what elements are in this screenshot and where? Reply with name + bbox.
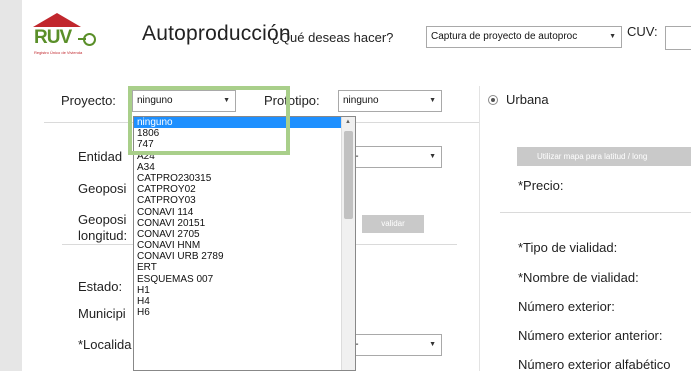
chevron-down-icon: ▼: [429, 341, 436, 348]
prototipo-label: Prototipo:: [264, 93, 320, 108]
precio-label: *Precio:: [518, 178, 564, 193]
proyecto-select-value: ninguno: [137, 95, 173, 106]
dropdown-option[interactable]: 1806: [134, 128, 355, 139]
localidad-label: *Localida: [78, 337, 132, 352]
house-roof-icon: [33, 13, 81, 27]
dropdown-option[interactable]: ERT: [134, 262, 355, 273]
ruv-logo[interactable]: RUV Registro Único de Vivienda: [33, 13, 103, 58]
nombre-vialidad-label: *Nombre de vialidad:: [518, 270, 639, 285]
app-window: RUV Registro Único de Vivienda Autoprodu…: [22, 0, 691, 371]
entidad-label: Entidad: [78, 149, 123, 164]
numero-exterior-label: Número exterior:: [518, 299, 615, 314]
dropdown-option[interactable]: CONAVI 2705: [134, 229, 355, 240]
dropdown-option[interactable]: H6: [134, 307, 355, 318]
chevron-down-icon: ▼: [223, 97, 230, 104]
dropdown-option[interactable]: CONAVI URB 2789: [134, 251, 355, 262]
dropdown-option[interactable]: CONAVI 114: [134, 207, 355, 218]
page-title: Autoproducción: [142, 22, 291, 45]
proyecto-dropdown-list[interactable]: ninguno 1806 747 A24 A34 CATPRO230315 CATPROY0…: [133, 116, 356, 371]
chevron-down-icon: ▼: [609, 33, 616, 40]
urbana-radio[interactable]: [488, 95, 498, 105]
proyecto-label: Proyecto:: [61, 93, 116, 108]
logo-circle-icon: [78, 33, 96, 46]
geoposicion-latitud-label: Geoposi: [78, 181, 127, 196]
dropdown-option[interactable]: CATPROY02: [134, 184, 355, 195]
dropdown-option[interactable]: CATPRO230315: [134, 173, 355, 184]
dropdown-option[interactable]: 747: [134, 139, 355, 150]
dropdown-option[interactable]: CONAVI HNM: [134, 240, 355, 251]
dropdown-items: ninguno 1806 747 A24 A34 CATPRO230315 CATPROY0…: [134, 117, 355, 318]
dropdown-option[interactable]: CONAVI 20151: [134, 218, 355, 229]
longitud-label: longitud:: [78, 228, 128, 243]
cuv-label: CUV:: [627, 24, 658, 39]
dropdown-option[interactable]: A34: [134, 162, 355, 173]
column-divider: [479, 86, 480, 371]
section-divider: [500, 212, 691, 213]
tipo-vialidad-label: *Tipo de vialidad:: [518, 240, 618, 255]
dropdown-option[interactable]: CATPROY03: [134, 195, 355, 206]
chevron-down-icon: ▼: [429, 97, 436, 104]
action-question-label: ¿Qué deseas hacer?: [272, 30, 394, 45]
dropdown-option[interactable]: ESQUEMAS 007: [134, 274, 355, 285]
usar-mapa-button[interactable]: Utilizar mapa para latitud / long: [517, 147, 691, 166]
validar-button[interactable]: validar: [362, 215, 424, 233]
dropdown-option[interactable]: H4: [134, 296, 355, 307]
prototipo-select[interactable]: ninguno ▼: [338, 90, 442, 112]
logo-tagline: Registro Único de Vivienda: [34, 50, 83, 55]
cuv-input[interactable]: [665, 26, 691, 50]
chevron-down-icon: ▼: [429, 153, 436, 160]
urbana-label: Urbana: [506, 92, 549, 107]
action-select[interactable]: Captura de proyecto de autoproc ▼: [426, 26, 622, 48]
dropdown-option[interactable]: H1: [134, 285, 355, 296]
municipio-label: Municipi: [78, 306, 126, 321]
dropdown-option[interactable]: A24: [134, 151, 355, 162]
action-select-value: Captura de proyecto de autoproc: [431, 31, 578, 42]
proyecto-select[interactable]: ninguno ▼: [132, 90, 236, 112]
scroll-up-icon[interactable]: ▲: [345, 119, 351, 125]
dropdown-scrollbar[interactable]: ▲: [341, 117, 355, 370]
prototipo-select-value: ninguno: [343, 95, 379, 106]
logo-text: RUV: [34, 27, 72, 48]
scroll-thumb[interactable]: [344, 131, 353, 219]
dropdown-option[interactable]: ninguno: [134, 117, 355, 129]
geoposicion-longitud-label: Geoposi: [78, 212, 127, 227]
estado-label: Estado:: [78, 279, 123, 294]
numero-exterior-anterior-label: Número exterior anterior:: [518, 328, 663, 343]
numero-exterior-alfabetico-label: Número exterior alfabético: [518, 357, 671, 371]
